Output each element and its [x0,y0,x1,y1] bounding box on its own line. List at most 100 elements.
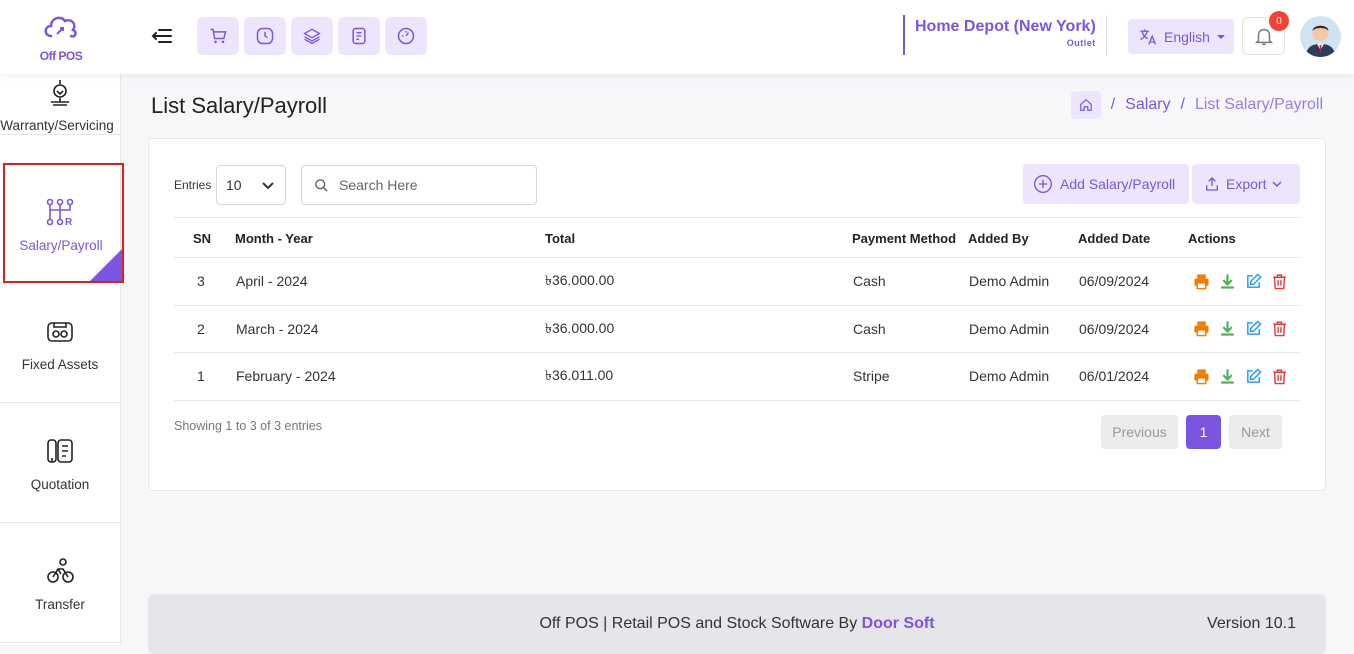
sidebar-item-fixed-assets[interactable]: Fixed Assets [0,283,120,403]
clock-button[interactable] [244,17,286,55]
layers-icon [303,28,321,45]
cell-total: ৳36.000.00 [545,257,852,306]
search-box [301,165,537,205]
table-row: 1 February - 2024 ৳36.011.00 Stripe Demo… [174,352,1301,401]
document-icon [352,27,366,45]
sidebar-item-label: Transfer [35,597,85,612]
page-title: List Salary/Payroll [151,93,328,118]
print-icon[interactable] [1192,367,1211,386]
breadcrumb-current: List Salary/Payroll [1194,96,1323,113]
caret-down-icon [1216,34,1225,39]
table-row: 3 April - 2024 ৳36.000.00 Cash Demo Admi… [174,257,1301,306]
add-salary-label: Add Salary/Payroll [1060,176,1176,192]
column-month-year[interactable]: Month - Year [235,217,545,258]
cart-icon [210,28,227,44]
footer: Off POS | Retail POS and Stock Software … [148,594,1326,654]
cell-added-date: 06/01/2024 [1078,352,1188,401]
cell-actions [1188,305,1301,353]
sidebar-item-label: Fixed Assets [21,357,99,372]
outlet-selector[interactable]: Home Depot (New York) Outlet [903,15,1107,55]
cell-month-year: April - 2024 [235,257,545,306]
dashboard-button[interactable] [385,17,427,55]
pagination: Previous 1 Next [1101,415,1282,449]
cell-payment-method: Stripe [852,352,968,401]
wrench-gear-icon [51,80,69,106]
cell-total: ৳36.000.00 [545,305,852,353]
logo-text: Off POS [39,49,83,63]
version-label: Version 10.1 [1207,615,1296,632]
download-icon[interactable] [1218,367,1237,386]
download-icon[interactable] [1218,319,1237,338]
translate-icon [1140,29,1157,45]
chevron-down-icon [262,182,274,190]
next-button[interactable]: Next [1229,415,1282,449]
gauge-icon [397,27,415,45]
download-icon[interactable] [1218,272,1237,291]
add-salary-button[interactable]: Add Salary/Payroll [1023,164,1189,204]
print-icon[interactable] [1192,319,1211,338]
sidebar: Warranty/Servicing R Salary/Payroll Fixe… [0,74,124,645]
cell-month-year: March - 2024 [235,305,545,353]
column-payment-method[interactable]: Payment Method [852,217,968,258]
active-corner-marker [90,249,122,281]
clock-icon [256,27,274,45]
cell-month-year: February - 2024 [235,352,545,401]
column-added-by[interactable]: Added By [968,217,1078,258]
delete-icon[interactable] [1270,319,1289,338]
delete-icon[interactable] [1270,272,1289,291]
search-input[interactable] [339,177,519,193]
transfer-cycle-icon [47,558,74,583]
cell-actions [1188,352,1301,401]
quotation-icon [47,439,73,463]
column-sn[interactable]: SN [174,217,235,258]
app-logo[interactable]: Off POS [28,12,94,63]
breadcrumb-separator: / [1180,96,1185,113]
edit-icon[interactable] [1244,272,1263,291]
user-avatar[interactable] [1300,16,1341,57]
export-button[interactable]: Export [1192,164,1300,204]
entries-select[interactable]: 10 [216,165,286,205]
breadcrumb-separator: / [1110,96,1116,113]
breadcrumb: / Salary / List Salary/Payroll [1070,91,1323,119]
outlet-label: Outlet [1066,38,1096,48]
home-icon [1079,98,1092,111]
edit-icon[interactable] [1244,319,1263,338]
footer-copyright: Off POS | Retail POS and Stock Software … [539,615,862,632]
cell-added-by: Demo Admin [968,352,1078,401]
print-icon[interactable] [1192,272,1211,291]
column-added-date[interactable]: Added Date [1078,217,1188,258]
sidebar-item-label: Warranty/Servicing [0,118,114,133]
sidebar-item-salary-payroll[interactable]: R Salary/Payroll [3,163,124,283]
cloud-logo-icon [44,16,77,38]
delete-icon[interactable] [1270,367,1289,386]
menu-toggle-icon[interactable] [150,24,174,48]
pos-cart-button[interactable] [197,17,239,55]
notes-button[interactable] [338,17,380,55]
table-row: 2 March - 2024 ৳36.000.00 Cash Demo Admi… [174,305,1301,353]
breadcrumb-home[interactable] [1070,91,1101,119]
language-label: English [1164,28,1210,45]
top-bar: Off POS Home Depot (New York) Outlet Eng… [0,0,1354,74]
cell-sn: 1 [174,352,235,401]
sidebar-item-quotation[interactable]: Quotation [0,403,120,523]
footer-brand-link[interactable]: Door Soft [862,615,935,632]
upload-icon [1206,177,1218,191]
column-actions: Actions [1188,217,1301,258]
language-dropdown[interactable]: English [1128,19,1234,54]
cell-added-date: 06/09/2024 [1078,305,1188,353]
breadcrumb-salary[interactable]: Salary [1125,96,1170,114]
salary-list-card: Entries 10 Add Salary/Payroll Export SN … [148,138,1326,491]
table-header-row: SN Month - Year Total Payment Method Add… [174,217,1301,258]
page-1-button[interactable]: 1 [1186,415,1221,449]
edit-icon[interactable] [1244,367,1263,386]
layers-button[interactable] [291,17,333,55]
column-total[interactable]: Total [545,217,852,258]
notification-button[interactable]: 0 [1242,11,1289,55]
footer-text: Off POS | Retail POS and Stock Software … [148,615,1326,633]
cell-sn: 2 [174,305,235,353]
salary-table: SN Month - Year Total Payment Method Add… [174,217,1301,401]
previous-button[interactable]: Previous [1101,415,1178,449]
cell-added-date: 06/09/2024 [1078,257,1188,306]
sidebar-item-transfer[interactable]: Transfer [0,523,120,643]
showing-entries-text: Showing 1 to 3 of 3 entries [174,419,323,433]
